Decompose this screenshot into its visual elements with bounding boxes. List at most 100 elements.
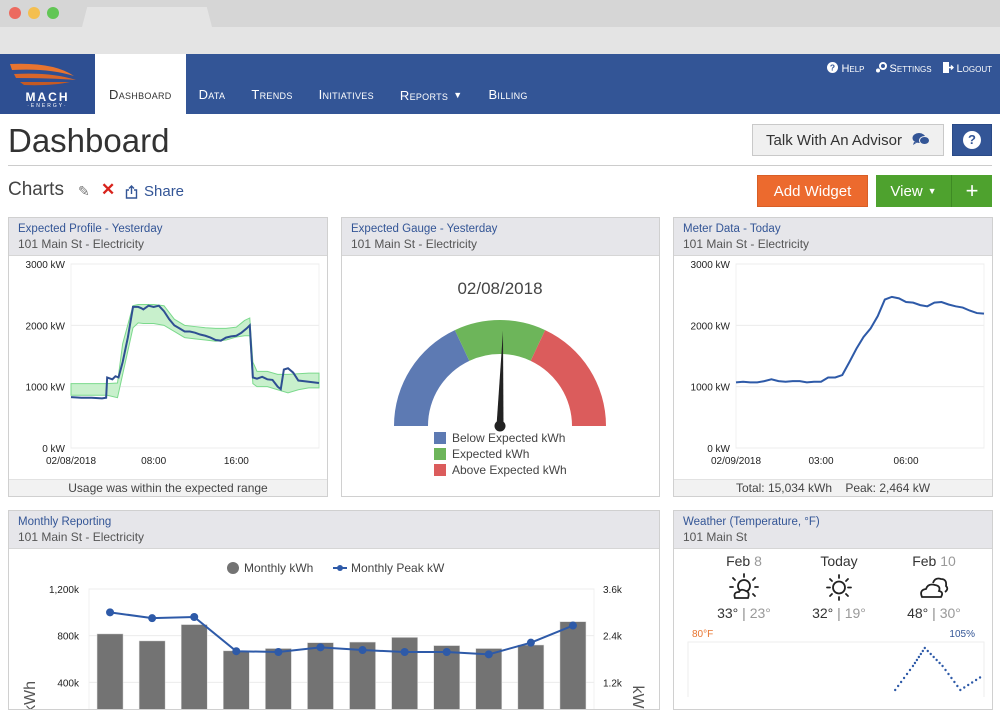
legend-monthly-peak-marker [337, 565, 343, 571]
help-button[interactable]: ? [952, 124, 992, 156]
maximize-window-button[interactable] [47, 7, 59, 19]
humidity-dot [967, 683, 970, 687]
x-tick-label: 02/08/2018 [46, 456, 96, 467]
peak-point [442, 648, 451, 656]
y-tick-label: 2000 kW [26, 321, 66, 332]
y-tick-label: 400k [57, 678, 80, 689]
legend-monthly-peak-label: Monthly Peak kW [351, 561, 445, 575]
bar [307, 642, 334, 714]
humidity-dot [974, 678, 978, 682]
help-link[interactable]: ? Help [827, 62, 865, 76]
widget-title[interactable]: Weather (Temperature, °F) [683, 515, 983, 530]
nav-billing-label: Billing [488, 87, 528, 102]
expected-gauge-chart: 02/08/2018 Below Expected kWh Expected k… [394, 279, 606, 477]
nav-data[interactable]: Data [186, 54, 239, 114]
y2-tick-label: 3.6k [603, 585, 623, 596]
weather-widget: Weather (Temperature, °F) 101 Main St Fe… [673, 510, 993, 710]
humidity-dot [970, 681, 974, 684]
humidity-dot [915, 658, 919, 662]
chevron-down-icon: ▼ [453, 90, 463, 100]
browser-tab[interactable] [82, 7, 212, 27]
bar [559, 621, 587, 714]
humidity-dot [935, 658, 938, 662]
humidity-dot [905, 672, 909, 676]
close-window-button[interactable] [9, 7, 21, 19]
widget-subtitle: 101 Main St - Electricity [18, 237, 145, 251]
talk-with-advisor-button[interactable]: Talk With An Advisor [752, 124, 944, 156]
nav-reports[interactable]: Reports ▼ [387, 54, 476, 114]
logout-label: Logout [956, 63, 992, 75]
weather-low: 19° [844, 605, 866, 621]
nav-initiatives[interactable]: Initiatives [306, 54, 387, 114]
y-tick-label: 1000 kW [691, 383, 731, 394]
nav-dashboard[interactable]: Dashboard [95, 54, 186, 114]
humidity-dot [929, 652, 932, 656]
actual-usage-line [735, 295, 985, 384]
peak-point [316, 643, 325, 652]
close-icon[interactable]: ✕ [101, 180, 115, 200]
widget-footer: Total: 15,034 kWh Peak: 2,464 kW [674, 479, 992, 496]
x-tick-label: 06:00 [894, 456, 919, 467]
x-tick-label: 03:00 [809, 456, 834, 467]
nav-trends[interactable]: Trends [238, 54, 305, 114]
peak-point [148, 614, 157, 623]
expected-profile-widget: Expected Profile - Yesterday 101 Main St… [8, 217, 328, 497]
help-label: Help [841, 63, 865, 75]
plus-button[interactable]: + [952, 175, 992, 207]
widget-title[interactable]: Expected Profile - Yesterday [18, 222, 318, 237]
widget-footer: Usage was within the expected range [9, 479, 327, 496]
meter-data-widget: Meter Data - Today 101 Main St - Electri… [673, 217, 993, 497]
bar [223, 650, 250, 714]
svg-text:?: ? [830, 63, 835, 73]
add-widget-button[interactable]: Add Widget [757, 175, 868, 207]
settings-link[interactable]: Settings [875, 62, 932, 76]
peak-point [106, 608, 115, 617]
humidity-dot [923, 646, 926, 650]
legend-swatch-above [434, 464, 446, 476]
humidity-dot [902, 676, 906, 680]
cloudy-icon [894, 571, 974, 605]
share-button[interactable]: Share [125, 183, 184, 200]
widget-title[interactable]: Meter Data - Today [683, 222, 983, 237]
share-icon [125, 184, 138, 199]
peak-point [190, 613, 199, 621]
logo-subtext: ·ENERGY· [27, 103, 68, 109]
nav-data-label: Data [198, 87, 226, 102]
weather-day: Feb 8 33° | 23° [704, 553, 784, 621]
legend-monthly-kwh-marker [227, 562, 239, 574]
humidity-dot [938, 661, 941, 665]
utility-links: ? Help Settings Logout [827, 62, 992, 76]
nav-billing[interactable]: Billing [475, 54, 540, 114]
widget-title[interactable]: Expected Gauge - Yesterday [351, 222, 650, 237]
peak-point [400, 648, 409, 656]
x-tick-label: 02/09/2018 [711, 456, 761, 467]
widget-header: Meter Data - Today 101 Main St - Electri… [674, 218, 992, 256]
minimize-window-button[interactable] [28, 7, 40, 19]
humidity-dot [926, 649, 929, 653]
widget-header: Weather (Temperature, °F) 101 Main St [674, 511, 992, 549]
pencil-icon[interactable]: ✎ [78, 183, 90, 200]
y2-tick-label: 2.4k [603, 632, 623, 643]
browser-tab-bar [0, 0, 1000, 27]
gauge-segment [530, 330, 606, 426]
logout-link[interactable]: Logout [942, 62, 992, 76]
mach-energy-logo[interactable]: MACH ·ENERGY· [0, 54, 95, 114]
widget-subtitle: 101 Main St - Electricity [18, 530, 145, 544]
view-dropdown-button[interactable]: View ▼ [876, 175, 952, 207]
nav-dashboard-label: Dashboard [109, 87, 172, 102]
humidity-dot [896, 684, 900, 688]
y2-axis-label: kW [629, 685, 646, 709]
legend-below-label: Below Expected kWh [452, 431, 565, 445]
page-header: Dashboard Talk With An Advisor ? [8, 114, 992, 166]
legend-swatch-expected [434, 448, 446, 460]
humidity-dot [921, 649, 925, 653]
gauge-date: 02/08/2018 [457, 279, 542, 298]
y-tick-label: 800k [57, 632, 80, 643]
weather-low: 30° [939, 605, 961, 621]
weather-high: 48° [907, 605, 929, 621]
meter-data-chart: 0 kW 1000 kW 2000 kW 3000 kW 02/09/2018 03:00… [691, 260, 985, 467]
bar [180, 624, 208, 714]
widget-title[interactable]: Monthly Reporting [18, 515, 650, 530]
y-tick-label: 0 kW [42, 444, 65, 455]
legend-swatch-below [434, 432, 446, 444]
